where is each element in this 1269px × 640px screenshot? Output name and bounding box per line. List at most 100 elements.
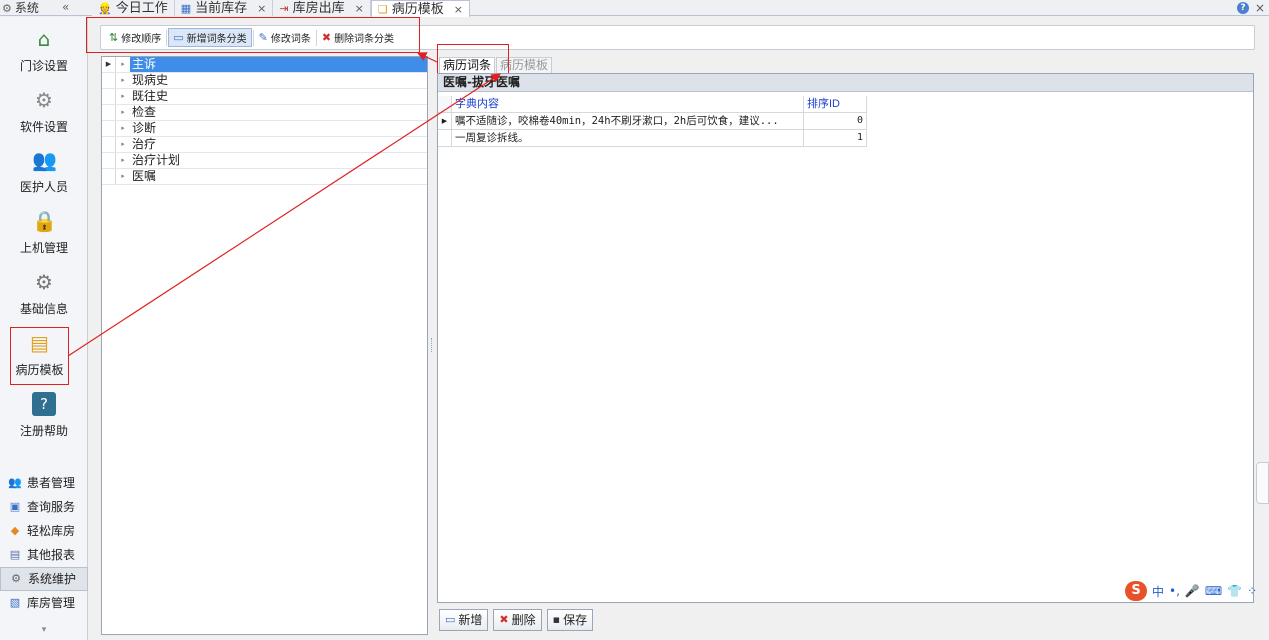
modify-order-button[interactable]: ⇅ 修改顺序 bbox=[105, 28, 165, 47]
module-other-reports[interactable]: ▤ 其他报表 bbox=[0, 543, 88, 567]
nav-basic-info[interactable]: ⚙ 基础信息 bbox=[0, 270, 88, 328]
bottom-action-bar: ▭ 新增 ✖ 删除 ▪ 保存 bbox=[439, 609, 594, 631]
nav-label: 上机管理 bbox=[19, 241, 68, 255]
expand-icon[interactable]: ▸ bbox=[116, 137, 130, 152]
tree-row[interactable]: ▸ 治疗 bbox=[102, 137, 427, 153]
tree-label: 检查 bbox=[132, 105, 157, 119]
warehouse-icon: ◆ bbox=[10, 523, 20, 537]
tab-label: 病历模板 bbox=[391, 1, 444, 17]
row-indicator bbox=[102, 105, 116, 120]
module-warehouse-management[interactable]: ▧ 库房管理 bbox=[0, 591, 88, 615]
nav-clinic-settings[interactable]: ⌂ 门诊设置 bbox=[0, 27, 88, 85]
module-label: 其他报表 bbox=[27, 547, 76, 562]
close-icon[interactable]: × bbox=[355, 1, 364, 16]
ime-punctuation-icon[interactable]: •, bbox=[1169, 584, 1180, 598]
tree-row[interactable]: ▶ ▸ 主诉 bbox=[102, 57, 427, 73]
tree-label: 主诉 bbox=[130, 57, 427, 72]
expand-icon[interactable]: ▸ bbox=[116, 73, 130, 88]
home-icon: ⌂ bbox=[37, 27, 51, 51]
skin-icon[interactable]: 👕 bbox=[1227, 584, 1242, 598]
document-tabs: 👷 今日工作 ▦ 当前库存 × ⇥ 库房出库 × ❏ 病历模板 × bbox=[92, 0, 470, 17]
microphone-icon[interactable]: 🎤 bbox=[1185, 584, 1200, 598]
tree-row[interactable]: ▸ 医嘱 bbox=[102, 169, 427, 185]
column-header-content[interactable]: 字典内容 bbox=[452, 96, 804, 113]
cell-sort-id[interactable]: 0 bbox=[804, 113, 867, 130]
button-label: 删除 bbox=[511, 613, 536, 627]
toolbar-divider bbox=[315, 29, 317, 46]
nav-label: 医护人员 bbox=[19, 180, 68, 194]
tree-row[interactable]: ▸ 检查 bbox=[102, 105, 427, 121]
expand-icon[interactable]: ▸ bbox=[116, 105, 130, 120]
table-row[interactable]: 一周复诊拆线。 1 bbox=[438, 130, 867, 147]
tree-label: 诊断 bbox=[132, 121, 157, 135]
cell-content[interactable]: 一周复诊拆线。 bbox=[452, 130, 804, 147]
tree-row[interactable]: ▸ 诊断 bbox=[102, 121, 427, 137]
modify-entry-button[interactable]: ✎ 修改词条 bbox=[255, 28, 315, 47]
ime-logo-icon[interactable]: S bbox=[1125, 581, 1147, 601]
close-icon[interactable]: × bbox=[454, 2, 463, 17]
tree-row[interactable]: ▸ 既往史 bbox=[102, 89, 427, 105]
column-header-sort-id[interactable]: 排序ID bbox=[804, 96, 867, 113]
expand-icon[interactable]: ▸ bbox=[116, 169, 130, 184]
module-label: 库房管理 bbox=[27, 595, 76, 610]
nav-registration-help[interactable]: ? 注册帮助 bbox=[0, 392, 88, 450]
tab-label: 今日工作 bbox=[115, 0, 168, 16]
module-patient-management[interactable]: 👥 患者管理 bbox=[0, 471, 88, 495]
add-entry-category-button[interactable]: ▭ 新增词条分类 bbox=[168, 28, 252, 47]
ime-menu-icon[interactable]: ⁘ bbox=[1247, 584, 1257, 598]
cell-sort-id[interactable]: 1 bbox=[804, 130, 867, 147]
settings-document-icon: ⚙ bbox=[35, 270, 53, 294]
gear-icon: ⚙ bbox=[11, 572, 21, 585]
button-label: 新增 bbox=[458, 613, 483, 627]
ime-language-toggle[interactable]: 中 bbox=[1152, 583, 1164, 600]
tab-record-template[interactable]: ❏ 病历模板 × bbox=[370, 0, 470, 17]
row-indicator bbox=[102, 153, 116, 168]
tab-record-templates[interactable]: 病历模板 bbox=[496, 57, 553, 74]
toolbar-divider bbox=[166, 29, 168, 46]
nav-label: 门诊设置 bbox=[19, 59, 68, 73]
delete-entry-category-button[interactable]: ✖ 删除词条分类 bbox=[318, 28, 398, 47]
expand-icon[interactable]: ▸ bbox=[116, 153, 130, 168]
nav-record-template[interactable]: ▤ 病历模板 bbox=[10, 327, 69, 385]
chevron-down-icon[interactable]: ▾ bbox=[0, 625, 88, 635]
keyboard-icon[interactable]: ⌨ bbox=[1205, 584, 1222, 598]
module-label: 系统维护 bbox=[28, 572, 77, 586]
close-icon[interactable]: × bbox=[257, 1, 266, 16]
tree-row[interactable]: ▸ 治疗计划 bbox=[102, 153, 427, 169]
table-row[interactable]: ▶ 嘱不适随诊，咬棉卷40min，24h不刷牙漱口，2h后可饮食，建议... 0 bbox=[438, 113, 867, 130]
expand-icon[interactable]: ▸ bbox=[116, 89, 130, 104]
expand-icon[interactable]: ▸ bbox=[116, 57, 130, 72]
nav-medical-staff[interactable]: 👥 医护人员 bbox=[0, 148, 88, 206]
delete-button[interactable]: ✖ 删除 bbox=[493, 609, 542, 631]
tab-current-stock[interactable]: ▦ 当前库存 × bbox=[174, 0, 274, 16]
panel-splitter[interactable] bbox=[431, 338, 434, 352]
tab-stock-out[interactable]: ⇥ 库房出库 × bbox=[273, 0, 371, 16]
button-label: 新增词条分类 bbox=[186, 34, 247, 45]
search-window-icon: ▣ bbox=[9, 499, 21, 513]
expand-icon[interactable]: ▸ bbox=[116, 121, 130, 136]
tree-row[interactable]: ▸ 现病史 bbox=[102, 73, 427, 89]
collapse-nav-button[interactable]: « bbox=[62, 0, 69, 15]
side-drawer-handle[interactable] bbox=[1256, 462, 1269, 504]
module-system-maintenance[interactable]: ⚙ 系统维护 bbox=[0, 567, 88, 591]
add-button[interactable]: ▭ 新增 bbox=[439, 609, 489, 631]
module-easy-warehouse[interactable]: ◆ 轻松库房 bbox=[0, 519, 88, 543]
detail-tabs: 病历词条 病历模板 bbox=[439, 57, 553, 74]
tab-today-work[interactable]: 👷 今日工作 bbox=[92, 0, 175, 16]
cell-content[interactable]: 嘱不适随诊，咬棉卷40min，24h不刷牙漱口，2h后可饮食，建议... bbox=[452, 113, 804, 130]
tree-label: 医嘱 bbox=[132, 169, 157, 183]
user-work-icon: 👷 bbox=[98, 1, 112, 15]
save-button[interactable]: ▪ 保存 bbox=[546, 609, 594, 631]
window-controls: ? × bbox=[1236, 0, 1265, 15]
help-icon[interactable]: ? bbox=[1236, 1, 1249, 14]
add-icon: ▭ bbox=[445, 613, 456, 626]
nav-machine-management[interactable]: 🔒 上机管理 bbox=[0, 209, 88, 267]
tab-record-entries[interactable]: 病历词条 bbox=[439, 57, 496, 74]
close-window-icon[interactable]: × bbox=[1255, 1, 1265, 15]
ime-toolbar[interactable]: S 中 •, 🎤 ⌨ 👕 ⁘ bbox=[1125, 580, 1257, 602]
people-icon: 👥 bbox=[32, 148, 57, 172]
tab-label: 当前库存 bbox=[195, 0, 248, 16]
module-query-service[interactable]: ▣ 查询服务 bbox=[0, 495, 88, 519]
system-menu[interactable]: ⚙ 系统 bbox=[2, 0, 39, 16]
nav-software-settings[interactable]: ⚙ 软件设置 bbox=[0, 88, 88, 146]
